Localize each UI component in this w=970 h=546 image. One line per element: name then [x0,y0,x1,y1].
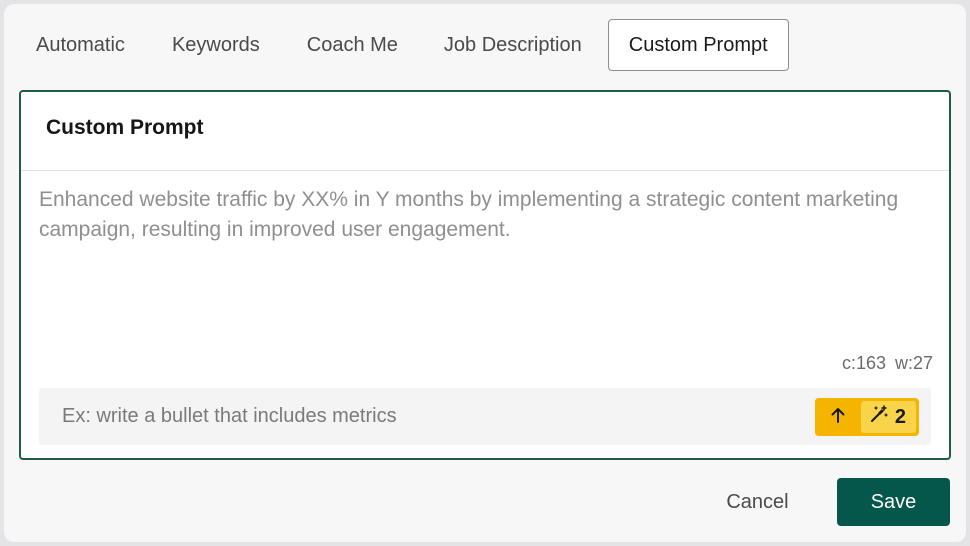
panel-header: Custom Prompt [21,92,949,171]
panel-title: Custom Prompt [46,116,204,139]
ai-credits-button[interactable]: 2 [860,401,916,433]
character-word-count: c:163 w:27 [841,353,933,373]
tab-coach-me[interactable]: Coach Me [280,20,418,70]
tab-automatic[interactable]: Automatic [20,20,145,70]
prompt-actions: 2 [814,398,919,436]
submit-prompt-button[interactable] [814,398,861,436]
prompt-input[interactable]: Ex: write a bullet that includes metrics [62,405,397,428]
cancel-button[interactable]: Cancel [705,479,810,525]
prompt-input-bar: Ex: write a bullet that includes metrics [39,388,931,445]
tab-job-description[interactable]: Job Description [418,20,602,70]
arrow-up-icon [828,405,848,430]
tab-custom-prompt[interactable]: Custom Prompt [607,19,789,71]
custom-prompt-panel: Custom Prompt Enhanced website traffic b… [19,90,951,460]
generated-bullet-text[interactable]: Enhanced website traffic by XX% in Y mon… [39,185,934,245]
magic-wand-icon [869,404,889,430]
tab-bar: Automatic Keywords Coach Me Job Descript… [20,19,789,71]
tab-keywords[interactable]: Keywords [145,20,280,70]
credits-count: 2 [894,405,906,428]
save-button[interactable]: Save [837,478,950,526]
